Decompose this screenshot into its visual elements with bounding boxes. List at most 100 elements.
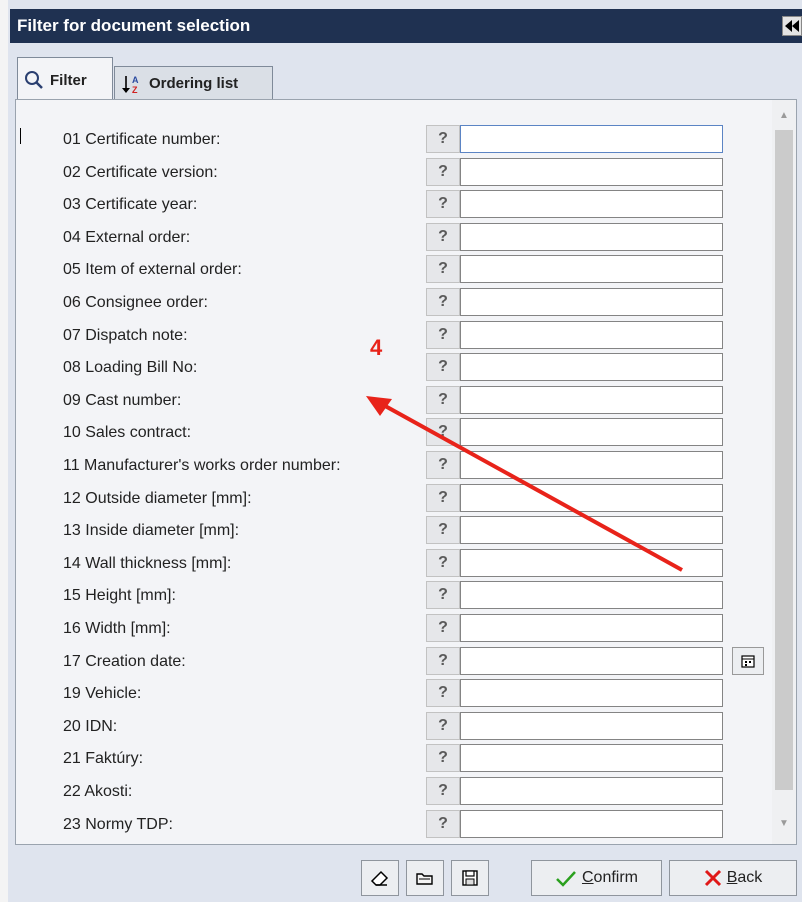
- window-title: Filter for document selection: [17, 16, 251, 35]
- calendar-icon: [741, 654, 755, 668]
- field-label: 14 Wall thickness [mm]:: [63, 554, 232, 572]
- annotation-number: 4: [370, 335, 383, 360]
- help-lookup-button[interactable]: ?: [426, 711, 460, 740]
- field-label: 21 Faktúry:: [63, 750, 144, 768]
- filter-row: 05 Item of external order:?: [16, 253, 786, 285]
- help-lookup-button[interactable]: ?: [426, 190, 460, 219]
- help-lookup-button[interactable]: ?: [426, 646, 460, 675]
- field-label: 12 Outside diameter [mm]:: [63, 489, 252, 507]
- help-lookup-button[interactable]: ?: [426, 809, 460, 838]
- filter-input[interactable]: [460, 646, 723, 675]
- filter-input[interactable]: [460, 353, 723, 382]
- help-lookup-button[interactable]: ?: [426, 288, 460, 316]
- filter-input[interactable]: [460, 744, 723, 773]
- field-label: 01 Certificate number:: [63, 131, 221, 148]
- filter-row: 13 Inside diameter [mm]:?: [16, 514, 786, 546]
- text-caret: [20, 128, 21, 144]
- open-button[interactable]: [406, 860, 444, 896]
- scroll-thumb[interactable]: [775, 130, 793, 790]
- field-label: 04 External order:: [63, 228, 191, 246]
- tab-ordering-list-label: Ordering list: [149, 75, 239, 92]
- back-label: Back: [726, 869, 763, 886]
- help-lookup-button[interactable]: ?: [426, 679, 460, 708]
- field-label: 02 Certificate version:: [63, 163, 218, 181]
- help-lookup-button[interactable]: ?: [426, 157, 460, 186]
- filter-input[interactable]: [460, 385, 723, 414]
- filter-input[interactable]: [460, 451, 723, 479]
- filter-input[interactable]: [460, 614, 723, 642]
- field-label: 13 Inside diameter [mm]:: [63, 522, 240, 540]
- filter-input[interactable]: [460, 125, 723, 153]
- filter-row: 11 Manufacturer's works order number:?: [16, 449, 786, 481]
- filter-panel: 01 Certificate number:? 02 Certificate ve…: [15, 99, 797, 845]
- left-edge-strip: [0, 0, 8, 902]
- filter-row: 17 Creation date:?: [16, 645, 786, 677]
- help-lookup-button[interactable]: ?: [426, 451, 460, 479]
- filter-input[interactable]: [460, 320, 723, 349]
- help-lookup-button[interactable]: ?: [426, 255, 460, 284]
- filter-row: 23 Normy TDP:?: [16, 808, 786, 840]
- field-label: 20 IDN:: [63, 717, 118, 735]
- filter-input[interactable]: [460, 548, 723, 577]
- tab-filter[interactable]: Filter: [17, 57, 113, 102]
- filter-input[interactable]: [460, 190, 723, 219]
- filter-input[interactable]: [460, 809, 723, 838]
- filter-input[interactable]: [460, 255, 723, 284]
- vertical-scrollbar[interactable]: ▲ ▼: [772, 100, 796, 844]
- tab-ordering-list[interactable]: AZ Ordering list: [114, 66, 273, 100]
- help-lookup-button[interactable]: ?: [426, 581, 460, 610]
- help-lookup-button[interactable]: ?: [426, 418, 460, 447]
- filter-input[interactable]: [460, 777, 723, 805]
- sort-az-icon: AZ: [121, 73, 143, 95]
- filter-row: 03 Certificate year:?: [16, 188, 786, 220]
- filter-input[interactable]: [460, 581, 723, 610]
- search-icon: [24, 70, 44, 90]
- tab-filter-label: Filter: [50, 71, 87, 89]
- clear-button[interactable]: [361, 860, 399, 896]
- field-label: 07 Dispatch note:: [63, 326, 188, 344]
- collapse-button[interactable]: [782, 16, 802, 36]
- save-button[interactable]: [451, 860, 489, 896]
- filter-input[interactable]: [460, 222, 723, 251]
- filter-row: 21 Faktúry:?: [16, 742, 786, 774]
- help-lookup-button[interactable]: ?: [426, 516, 460, 545]
- filter-row: 02 Certificate version:?: [16, 156, 786, 188]
- field-label: 06 Consignee order:: [63, 294, 208, 311]
- filter-row: 07 Dispatch note:?: [16, 319, 786, 351]
- help-lookup-button[interactable]: ?: [426, 125, 460, 153]
- filter-input[interactable]: [460, 157, 723, 186]
- field-label: 19 Vehicle:: [63, 685, 142, 703]
- help-lookup-button[interactable]: ?: [426, 777, 460, 805]
- help-lookup-button[interactable]: ?: [426, 320, 460, 349]
- help-lookup-button[interactable]: ?: [426, 222, 460, 251]
- field-label: 10 Sales contract:: [63, 424, 192, 442]
- back-button[interactable]: Back: [669, 860, 797, 896]
- filter-input[interactable]: [460, 711, 723, 740]
- filter-row: 16 Width [mm]:?: [16, 612, 786, 644]
- filter-input[interactable]: [460, 288, 723, 316]
- window-titlebar: Filter for document selection: [10, 9, 802, 43]
- help-lookup-button[interactable]: ?: [426, 614, 460, 642]
- help-lookup-button[interactable]: ?: [426, 353, 460, 382]
- filter-row: 20 IDN:?: [16, 710, 786, 742]
- close-x-icon: [704, 869, 721, 887]
- help-lookup-button[interactable]: ?: [426, 548, 460, 577]
- filter-row: 15 Height [mm]:?: [16, 579, 786, 611]
- filter-input[interactable]: [460, 418, 723, 447]
- scroll-down-icon[interactable]: ▼: [779, 818, 789, 829]
- filter-input[interactable]: [460, 679, 723, 708]
- confirm-button[interactable]: Confirm: [531, 860, 662, 896]
- filter-input[interactable]: [460, 516, 723, 545]
- filter-row: 14 Wall thickness [mm]:?: [16, 547, 786, 579]
- scroll-up-icon[interactable]: ▲: [779, 110, 789, 121]
- help-lookup-button[interactable]: ?: [426, 385, 460, 414]
- filter-row: 12 Outside diameter [mm]:?: [16, 482, 786, 514]
- svg-text:Z: Z: [132, 85, 138, 95]
- calendar-button[interactable]: [732, 646, 764, 675]
- help-lookup-button[interactable]: ?: [426, 744, 460, 773]
- help-lookup-button[interactable]: ?: [426, 483, 460, 512]
- filter-input[interactable]: [460, 483, 723, 512]
- filter-row: 22 Akosti:?: [16, 775, 786, 807]
- open-folder-icon: [416, 873, 433, 885]
- field-label: 16 Width [mm]:: [63, 620, 171, 637]
